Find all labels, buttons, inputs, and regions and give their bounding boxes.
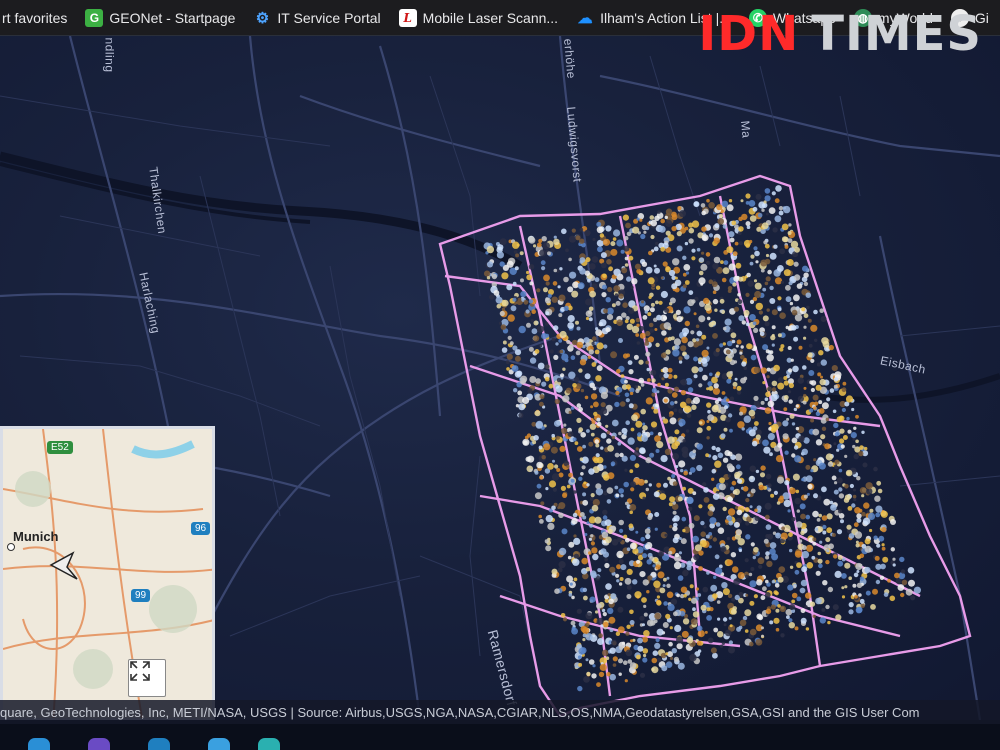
salesforce-cloud-icon: ☁: [577, 9, 593, 27]
bookmark-it-service-portal[interactable]: ⚙ IT Service Portal: [253, 9, 381, 27]
watermark-logo: IDN TIMES: [698, 10, 982, 58]
overview-map[interactable]: Munich E52 96 99: [0, 426, 215, 720]
expand-button[interactable]: [128, 659, 166, 697]
taskbar-app-icon[interactable]: [88, 738, 110, 750]
taskbar: [0, 724, 1000, 750]
bookmark-label: Mobile Laser Scann...: [422, 9, 559, 26]
map-view[interactable]: ndling Thalkirchen Harlaching Ludwigsvor…: [0, 36, 1000, 720]
place-label: Ma: [738, 120, 754, 139]
road-badge: 99: [131, 589, 151, 602]
expand-icon: [130, 661, 150, 681]
taskbar-app-icon[interactable]: [148, 738, 170, 750]
geonet-icon: G: [85, 8, 104, 27]
taskbar-app-icon[interactable]: [258, 738, 280, 750]
watermark-part-a: IDN: [698, 6, 800, 62]
bookmark-favorites[interactable]: rt favorites: [2, 10, 67, 26]
overview-roads: [3, 429, 212, 718]
taskbar-app-icon[interactable]: [28, 738, 50, 750]
bookmark-label: GEONet - Startpage: [109, 9, 236, 26]
watermark-part-b: TIMES: [811, 6, 982, 62]
overview-city-label: Munich: [13, 529, 59, 544]
laser-scan-icon: L: [398, 8, 417, 27]
place-label: ndling: [102, 37, 117, 73]
map-attribution: quare, GeoTechnologies, Inc, METI/NASA, …: [0, 700, 1000, 724]
bookmark-mobile-laser[interactable]: L Mobile Laser Scann...: [398, 8, 559, 27]
road-badge: 96: [191, 522, 211, 535]
road-badge: E52: [47, 441, 73, 454]
point-cloud: [483, 185, 922, 692]
service-portal-icon: ⚙: [255, 9, 270, 27]
bookmark-geonet[interactable]: G GEONet - Startpage: [85, 8, 236, 27]
bookmark-label: IT Service Portal: [277, 9, 381, 26]
taskbar-app-icon[interactable]: [208, 738, 230, 750]
